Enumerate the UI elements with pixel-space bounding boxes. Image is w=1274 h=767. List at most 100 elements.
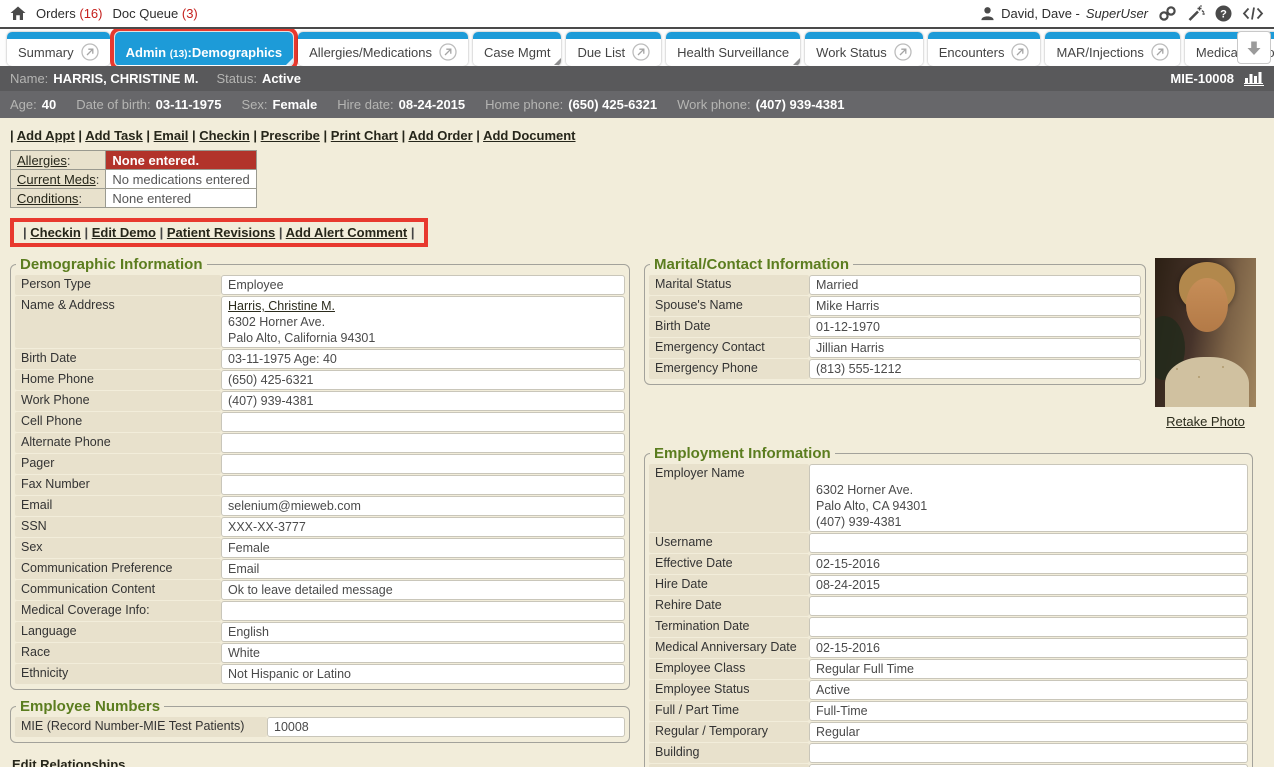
alert-label-link[interactable]: Current Meds <box>17 172 96 187</box>
field-value: (813) 555-1212 <box>809 359 1141 379</box>
field-row-medical-coverage-info: Medical Coverage Info: <box>15 601 625 621</box>
field-label: Email <box>15 496 221 516</box>
quicklink-checkin[interactable]: Checkin <box>30 225 81 240</box>
field-value <box>809 596 1248 616</box>
field-row-birth-date: Birth Date01-12-1970 <box>649 317 1141 337</box>
field-value: Female <box>221 538 625 558</box>
doc-queue-link[interactable]: Doc Queue (3) <box>112 6 197 21</box>
tab-label: Summary <box>18 45 74 60</box>
popout-icon[interactable] <box>894 43 912 61</box>
employment-table: Employer Name 6302 Horner Ave.Palo Alto,… <box>649 463 1248 767</box>
field-label: Birth Date <box>15 349 221 369</box>
tab-label: Work Status <box>816 45 887 60</box>
tab-summary[interactable]: Summary <box>7 32 110 66</box>
action-print-chart[interactable]: Print Chart <box>331 128 398 143</box>
field-value: Married <box>809 275 1141 295</box>
action-add-order[interactable]: Add Order <box>408 128 472 143</box>
field-label: Birth Date <box>649 317 809 337</box>
user-menu[interactable]: David, Dave - SuperUser <box>980 6 1148 21</box>
demographics-quicklinks-highlight: | Checkin | Edit Demo | Patient Revision… <box>10 218 428 247</box>
tab-mar-injections[interactable]: MAR/Injections <box>1045 32 1179 66</box>
action-prescribe[interactable]: Prescribe <box>261 128 320 143</box>
quicklink-patient-revisions[interactable]: Patient Revisions <box>167 225 275 240</box>
tab-due-list[interactable]: Due List <box>566 32 661 66</box>
alert-value: No medications entered <box>106 170 256 189</box>
link-icon[interactable] <box>1158 5 1177 22</box>
popout-icon[interactable] <box>439 43 457 61</box>
alert-row-conditions: Conditions:None entered <box>11 189 257 208</box>
action-add-document[interactable]: Add Document <box>483 128 575 143</box>
quicklink-add-alert-comment[interactable]: Add Alert Comment <box>286 225 408 240</box>
tab-accent-strip <box>7 32 110 39</box>
tab-label: Admin (13):Demographics <box>126 45 283 60</box>
tab-label: MAR/Injections <box>1056 45 1143 60</box>
tab-label: Due List <box>577 45 625 60</box>
field-value: 10008 <box>267 717 625 737</box>
doc-queue-count: (3) <box>182 6 198 21</box>
left-column: Demographic Information Person TypeEmplo… <box>10 256 630 767</box>
tab-case-mgmt[interactable]: Case Mgmt <box>473 32 561 66</box>
employee-numbers-title: Employee Numbers <box>16 698 164 715</box>
section-marital-contact-information: Marital/Contact Information Marital Stat… <box>644 256 1146 385</box>
retake-photo-link[interactable]: Retake Photo <box>1166 414 1245 429</box>
field-value: 02-15-2016 <box>809 554 1248 574</box>
action-email[interactable]: Email <box>154 128 189 143</box>
field-label: Marital Status <box>649 275 809 295</box>
alert-label-link[interactable]: Conditions <box>17 191 78 206</box>
field-value: (650) 425-6321 <box>221 370 625 390</box>
employment-information-title: Employment Information <box>650 445 835 462</box>
main-content: | Add Appt | Add Task | Email | Checkin … <box>0 118 1274 767</box>
alert-value: None entered. <box>106 151 256 170</box>
home-icon[interactable] <box>10 6 26 21</box>
flowsheet-chart-icon[interactable] <box>1244 71 1264 86</box>
field-value <box>809 743 1248 763</box>
tab-accent-strip <box>666 32 800 39</box>
patient-field-home-phone: Home phone:(650) 425-6321 <box>485 97 657 112</box>
tab-encounters[interactable]: Encounters <box>928 32 1041 66</box>
field-value: 6302 Horner Ave.Palo Alto, CA 94301(407)… <box>809 464 1248 532</box>
field-value: English <box>221 622 625 642</box>
action-add-task[interactable]: Add Task <box>85 128 143 143</box>
patient-field-hire-date: Hire date:08-24-2015 <box>337 97 465 112</box>
alert-label: Current Meds: <box>11 170 106 189</box>
arrow-down-icon <box>1246 40 1262 56</box>
field-value: White <box>221 643 625 663</box>
help-icon[interactable]: ? <box>1215 5 1232 22</box>
field-row-race: RaceWhite <box>15 643 625 663</box>
alert-label-link[interactable]: Allergies <box>17 153 67 168</box>
field-row-communication-preference: Communication PreferenceEmail <box>15 559 625 579</box>
quicklink-edit-demo[interactable]: Edit Demo <box>92 225 156 240</box>
tab-scroll-down-button[interactable] <box>1237 31 1271 64</box>
field-value: Jillian Harris <box>809 338 1141 358</box>
field-label: SSN <box>15 517 221 537</box>
field-value: Regular <box>809 722 1248 742</box>
wand-icon[interactable] <box>1187 5 1205 22</box>
field-row-effective-date: Effective Date02-15-2016 <box>649 554 1248 574</box>
action-add-appt[interactable]: Add Appt <box>17 128 75 143</box>
orders-link[interactable]: Orders (16) <box>36 6 102 21</box>
doc-queue-label: Doc Queue <box>112 6 178 21</box>
popout-icon[interactable] <box>632 43 650 61</box>
edit-relationships-link[interactable]: Edit Relationships <box>12 757 125 767</box>
field-row-spouse-s-name: Spouse's NameMike Harris <box>649 296 1141 316</box>
tab-admin[interactable]: Admin (13):Demographics <box>115 32 294 66</box>
tab-health-surveillance[interactable]: Health Surveillance <box>666 32 800 66</box>
patient-action-links: | Add Appt | Add Task | Email | Checkin … <box>10 128 1274 143</box>
code-icon[interactable] <box>1242 6 1264 21</box>
field-value-link[interactable]: Harris, Christine M. <box>228 299 335 313</box>
field-value: 03-11-1975 Age: 40 <box>221 349 625 369</box>
popout-icon[interactable] <box>81 43 99 61</box>
popout-icon[interactable] <box>1151 43 1169 61</box>
field-value <box>809 617 1248 637</box>
tab-work-status[interactable]: Work Status <box>805 32 923 66</box>
employee-numbers-table: MIE (Record Number-MIE Test Patients)100… <box>15 716 625 738</box>
action-checkin[interactable]: Checkin <box>199 128 250 143</box>
field-row-hire-date: Hire Date08-24-2015 <box>649 575 1248 595</box>
field-label: Name & Address <box>15 296 221 348</box>
alert-row-current-meds: Current Meds:No medications entered <box>11 170 257 189</box>
marital-contact-table: Marital StatusMarriedSpouse's NameMike H… <box>649 274 1141 380</box>
popout-icon[interactable] <box>1011 43 1029 61</box>
chart-id: MIE-10008 <box>1170 71 1234 86</box>
tab-allergies-medications[interactable]: Allergies/Medications <box>298 32 468 66</box>
field-row-termination-date: Termination Date <box>649 617 1248 637</box>
